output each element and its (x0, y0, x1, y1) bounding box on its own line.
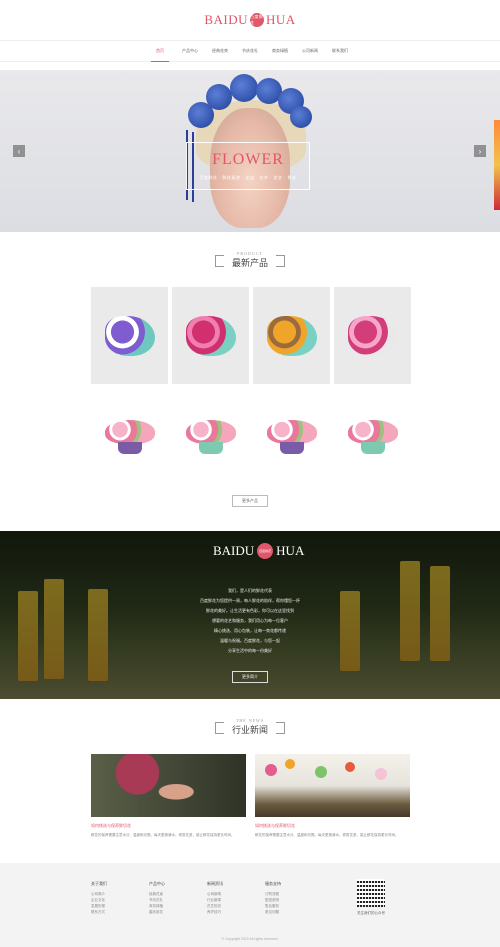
next-slide-peek (494, 120, 500, 210)
product-card[interactable] (334, 287, 411, 384)
bouquet-image (185, 315, 236, 356)
footer-link[interactable]: 联系方式 (91, 909, 111, 915)
products-title-box: PRODUCT 最新产品 (215, 251, 285, 269)
banner-subtitle: 百度鲜花 · 鲜花速递 · 花店 · 花卉 · 花艺 · 鲜花 (199, 175, 297, 180)
news-image[interactable] (91, 754, 246, 817)
nav-item[interactable]: 经典花束 (205, 41, 235, 61)
footer-column: 关于我们 公司简介 企业文化 发展历程 联系方式 (91, 881, 111, 915)
next-slide-icon[interactable]: › (474, 145, 486, 157)
logo-text-left: BAIDU (204, 12, 248, 27)
footer-column: 产品中心 经典花束 节庆花礼 商务绿植 婚庆用花 (149, 881, 169, 915)
news-card[interactable]: 如何挑选与保养鲜切花 鲜花的保养需要注意水分、温度和光照。每天更换清水，修剪花茎… (255, 754, 410, 838)
banner-title: FLOWER (212, 151, 284, 168)
logo-text-right: HUA (266, 12, 296, 27)
news-card[interactable]: 如何挑选与保养鲜切花 鲜花的保养需要注意水分、温度和光照。每天更换清水，修剪花茎… (91, 754, 246, 838)
nav-item[interactable]: 节庆花礼 (235, 41, 265, 61)
about-logo-left: BAIDU (213, 543, 255, 558)
about-line: 我们，是人们的鲜花代表 (228, 588, 272, 593)
product-card[interactable] (172, 287, 249, 384)
about-logo: BAIDU 百度鲜花 HUA (213, 543, 304, 559)
more-about-button[interactable]: 更多简介 (232, 671, 268, 683)
footer-column-title: 产品中心 (149, 881, 165, 886)
footer-column-title: 新闻资讯 (207, 881, 223, 886)
about-line: 想要的花艺和服务，我们用心为每一位客户 (212, 618, 288, 623)
bouquet-image (347, 315, 398, 356)
news-desc: 鲜花的保养需要注意水分、温度和光照。每天更换清水，修剪花茎，能让鲜花保持更长时间… (255, 833, 399, 837)
nav-item[interactable]: 首页 (145, 41, 175, 62)
products-section-title: PRODUCT 最新产品 (0, 251, 500, 269)
product-grid (91, 287, 411, 485)
flower-box-image (104, 419, 155, 454)
about-line: 鲜花的美好。让生活更有色彩，你可以在这里找到 (206, 608, 294, 613)
copyright: © Copyright 2019 All rights reserved. (221, 937, 279, 941)
news-image[interactable] (255, 754, 410, 817)
news-title-box: THE NEWS 行业新闻 (215, 718, 285, 736)
about-logo-right: HUA (276, 543, 305, 558)
qr-code-image (357, 879, 385, 907)
product-card[interactable] (172, 388, 249, 485)
footer-column: 新闻资讯 公司新闻 行业新闻 花艺知识 养护技巧 (207, 881, 227, 915)
flower-box-image (185, 419, 236, 454)
footer-columns: 关于我们 公司简介 企业文化 发展历程 联系方式 产品中心 经典花束 节庆花礼 商务绿植 婚庆用花… (91, 881, 285, 915)
about-section: BAIDU 百度鲜花 HUA 我们，是人们的鲜花代表百度鲜花为您提供一周，每人鲜… (0, 531, 500, 699)
news-title-cn: 行业新闻 (231, 726, 268, 736)
footer-column: 服务支持 订购流程 配送说明 售后服务 常见问题 (265, 881, 285, 915)
prev-slide-icon[interactable]: ‹ (13, 145, 25, 157)
news-desc: 鲜花的保养需要注意水分、温度和光照。每天更换清水，修剪花茎，能让鲜花保持更长时间… (91, 833, 235, 837)
about-line: 精心挑选、用心包装，让每一束花都传递 (214, 628, 286, 633)
footer-column-title: 服务支持 (265, 881, 281, 886)
product-card[interactable] (334, 388, 411, 485)
product-card[interactable] (253, 388, 330, 485)
news-title[interactable]: 如何挑选与保养鲜切花 (255, 823, 410, 829)
flower-crown-image (178, 74, 323, 134)
about-logo-badge: 百度鲜花 (257, 543, 274, 559)
nav-item[interactable]: 产品中心 (175, 41, 205, 61)
about-text: 我们，是人们的鲜花代表百度鲜花为您提供一周，每人鲜花的陪伴，帮你懂您一杯 鲜花的美… (170, 586, 330, 656)
site-logo[interactable]: BAIDU 百度鲜花 HUA (204, 12, 295, 28)
footer-link[interactable]: 婚庆用花 (149, 909, 169, 915)
bouquet-image (104, 315, 155, 356)
about-line: 温暖与祝福。百度鲜花，与您一起 (220, 638, 280, 643)
product-card[interactable] (253, 287, 330, 384)
qr-label: 关注我们的公众号 (357, 911, 385, 915)
about-line: 百度鲜花为您提供一周，每人鲜花的陪伴，帮你懂您一杯 (200, 598, 300, 603)
about-line: 分享生活中的每一份美好 (228, 648, 272, 653)
main-nav: 首页 产品中心 经典花束 节庆花礼 商务绿植 公司新闻 联系我们 (0, 40, 500, 62)
footer-link[interactable]: 常见问题 (265, 909, 285, 915)
product-card[interactable] (91, 287, 168, 384)
flower-box-image (266, 419, 317, 454)
footer-link[interactable]: 养护技巧 (207, 909, 227, 915)
logo-badge: 百度鲜花 (250, 13, 264, 27)
bouquet-image (266, 315, 317, 356)
news-section-title: THE NEWS 行业新闻 (0, 718, 500, 736)
nav-item[interactable]: 联系我们 (325, 41, 355, 61)
footer-column-title: 关于我们 (91, 881, 107, 886)
site-header: BAIDU 百度鲜花 HUA (0, 0, 500, 40)
flower-box-image (347, 419, 398, 454)
banner-caption-frame: FLOWER 百度鲜花 · 鲜花速递 · 花店 · 花卉 · 花艺 · 鲜花 (186, 142, 310, 190)
more-products-button[interactable]: 更多产品 (232, 495, 268, 507)
nav-item[interactable]: 商务绿植 (265, 41, 295, 61)
products-title-cn: 最新产品 (231, 259, 268, 269)
product-card[interactable] (91, 388, 168, 485)
news-list: 如何挑选与保养鲜切花 鲜花的保养需要注意水分、温度和光照。每天更换清水，修剪花茎… (91, 754, 410, 838)
site-footer: 关于我们 公司简介 企业文化 发展历程 联系方式 产品中心 经典花束 节庆花礼 商务绿植 婚庆用花… (0, 863, 500, 947)
hero-banner: FLOWER 百度鲜花 · 鲜花速递 · 花店 · 花卉 · 花艺 · 鲜花 (0, 70, 500, 232)
news-title[interactable]: 如何挑选与保养鲜切花 (91, 823, 246, 829)
nav-item[interactable]: 公司新闻 (295, 41, 325, 61)
